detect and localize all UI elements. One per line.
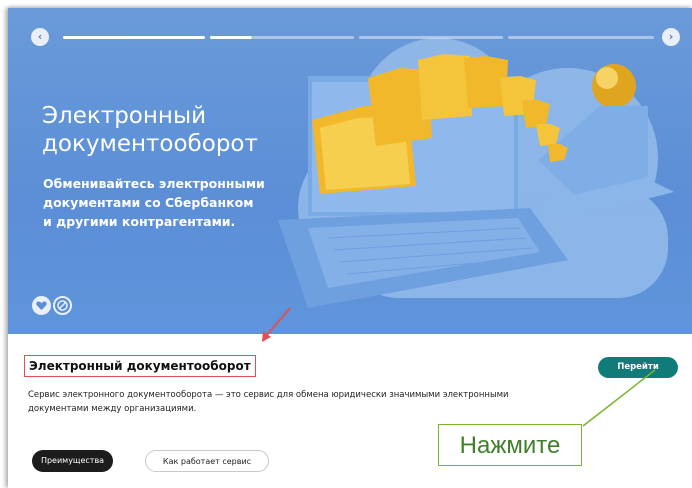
service-description: Сервис электронного документооборота — э… bbox=[28, 390, 509, 414]
carousel-progress-segment-3[interactable] bbox=[359, 36, 503, 39]
app-frame: ‹ › Электронный документооборот Обменива… bbox=[8, 8, 692, 488]
carousel-progress-segment-4[interactable] bbox=[508, 36, 654, 39]
service-title: Электронный документооборот bbox=[24, 355, 256, 377]
tab-advantages[interactable]: Преимущества bbox=[32, 450, 113, 472]
carousel-progress-segment-2-rest bbox=[252, 36, 354, 39]
heart-icon[interactable] bbox=[32, 296, 51, 315]
carousel-next-button[interactable]: › bbox=[662, 28, 680, 46]
carousel-prev-button[interactable]: ‹ bbox=[31, 28, 49, 46]
carousel-progress-segment-2[interactable] bbox=[210, 36, 252, 39]
promo-banner: ‹ › Электронный документооборот Обменива… bbox=[8, 8, 692, 334]
service-card: Электронный документооборот Перейти Серв… bbox=[8, 334, 692, 488]
instruction-callout: Нажмите bbox=[438, 424, 582, 466]
carousel-progress-segment-1[interactable] bbox=[63, 36, 205, 39]
banner-illustration bbox=[278, 38, 674, 308]
gold-ball-decoration bbox=[592, 64, 636, 108]
banner-subtitle: Обменивайтесь электронными документами с… bbox=[43, 176, 265, 229]
go-button[interactable]: Перейти bbox=[598, 357, 678, 378]
banner-title: Электронный документооборот bbox=[42, 103, 258, 157]
block-icon[interactable] bbox=[53, 296, 72, 315]
tab-how-it-works[interactable]: Как работает сервис bbox=[145, 450, 269, 472]
